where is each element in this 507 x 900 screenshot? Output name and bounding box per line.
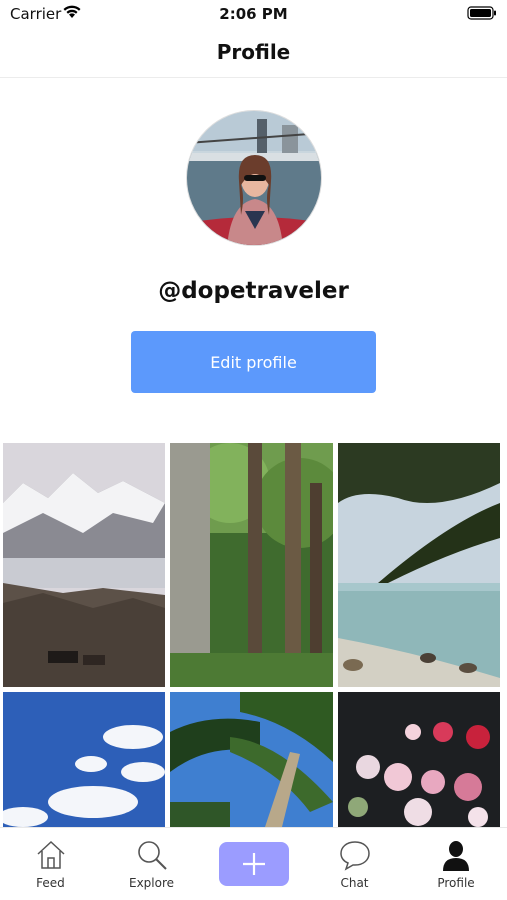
clock-time: 2:06 PM [219, 5, 288, 23]
tab-chat[interactable]: Chat [304, 828, 405, 900]
search-icon [137, 841, 167, 870]
add-post-button[interactable] [219, 842, 289, 886]
photo-beach-palms [338, 443, 500, 687]
home-icon [36, 840, 65, 869]
edit-profile-button[interactable]: Edit profile [131, 331, 376, 393]
tab-label-feed: Feed [36, 876, 65, 890]
nav-header: Profile [0, 28, 507, 78]
person-icon [443, 841, 469, 871]
tab-bar: Feed Explore Chat Profile [0, 827, 507, 900]
photo-tile[interactable] [3, 443, 165, 687]
username: @dopetraveler [158, 278, 349, 304]
photo-flowers [338, 692, 500, 827]
tab-label-explore: Explore [128, 876, 175, 890]
photo-forest [170, 443, 333, 687]
photo-tile[interactable] [170, 443, 333, 687]
chat-bubble-icon [339, 841, 370, 871]
photo-mountains [3, 443, 165, 687]
avatar-image [187, 111, 321, 245]
photo-sky-clouds [3, 692, 165, 827]
photo-tile[interactable] [3, 692, 165, 827]
tab-label-profile: Profile [437, 876, 475, 890]
tab-label-chat: Chat [340, 876, 369, 890]
avatar[interactable] [186, 110, 322, 246]
tab-explore[interactable]: Explore [101, 828, 202, 900]
photo-tile[interactable] [170, 692, 333, 827]
tab-feed[interactable]: Feed [0, 828, 101, 900]
photo-tile[interactable] [338, 443, 500, 687]
page-title: Profile [216, 40, 291, 64]
status-bar: Carrier 2:06 PM [0, 0, 507, 28]
battery-icon [467, 6, 496, 20]
photo-palm-tree [170, 692, 333, 827]
plus-icon [243, 853, 265, 875]
tab-profile[interactable]: Profile [405, 828, 507, 900]
photo-tile[interactable] [338, 692, 500, 827]
